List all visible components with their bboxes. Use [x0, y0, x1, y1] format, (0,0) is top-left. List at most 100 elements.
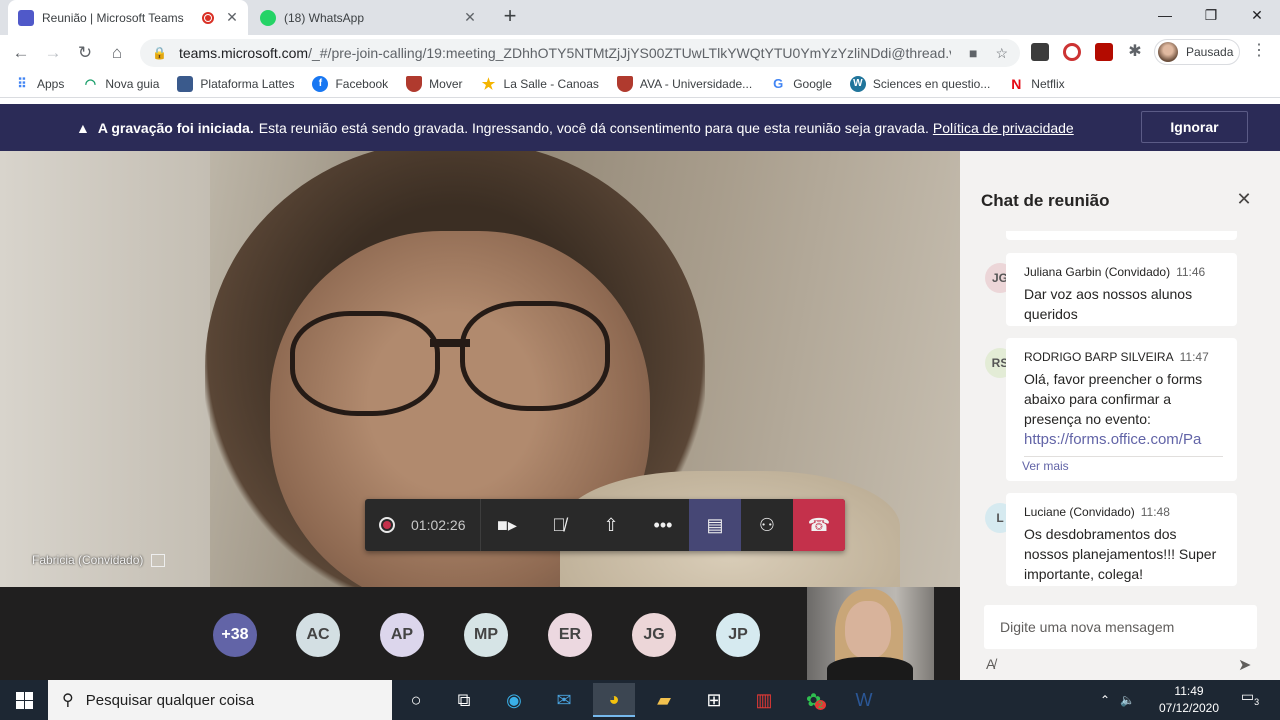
share-screen-icon: ⇧ [603, 514, 619, 535]
more-horizontal-icon: ••• [653, 514, 673, 535]
chat-button[interactable]: ▤ [689, 499, 741, 551]
shield-icon [406, 75, 423, 92]
bookmark-netflix[interactable]: N Netflix [1008, 75, 1065, 92]
whatsapp-icon [260, 9, 276, 26]
minimize-icon[interactable]: — [1142, 0, 1188, 30]
warning-icon: ▲ [76, 119, 90, 136]
close-icon[interactable]: ✕ [224, 9, 240, 26]
close-icon[interactable]: ✕ [1234, 189, 1254, 211]
send-icon[interactable]: ➤ [1238, 655, 1251, 675]
back-icon[interactable]: ← [8, 40, 34, 66]
camera-blocked-icon[interactable]: ■ [969, 45, 977, 61]
restore-icon[interactable]: ❐ [1188, 0, 1234, 30]
recording-banner: ▲ A gravação foi iniciada. Esta reunião … [0, 104, 1280, 151]
close-window-icon[interactable]: ✕ [1234, 0, 1280, 30]
notification-count: 3 [1254, 696, 1260, 707]
new-tab-button[interactable]: + [498, 4, 522, 28]
bookmark-star-icon[interactable]: ☆ [995, 45, 1008, 62]
message-author: RODRIGO BARP SILVEIRA [1024, 350, 1174, 364]
taskbar-clock[interactable]: 11:49 07/12/2020 [1150, 683, 1228, 717]
ignore-button[interactable]: Ignorar [1141, 111, 1248, 143]
participants-button[interactable]: ⚇ [741, 499, 793, 551]
recording-icon [379, 517, 395, 533]
reload-icon[interactable]: ↻ [72, 40, 98, 66]
app-icon[interactable]: ▥ [743, 683, 785, 717]
chrome-icon[interactable]: ◕ [593, 683, 635, 717]
bookmark-sciences[interactable]: W Sciences en questio... [849, 75, 990, 92]
banner-text: Esta reunião está sendo gravada. Ingress… [258, 119, 929, 136]
call-timer: 01:02:26 [411, 517, 466, 533]
profile-button[interactable]: Pausada [1154, 39, 1240, 65]
volume-icon[interactable]: 🔈 [1120, 693, 1135, 707]
close-icon[interactable]: ✕ [462, 9, 478, 26]
tab-teams[interactable]: Reunião | Microsoft Teams ✕ [8, 0, 248, 35]
chevron-up-icon[interactable]: ⌃ [1100, 693, 1110, 707]
participant-avatar[interactable]: JP [716, 613, 760, 657]
message-text: Olá, favor preencher o forms abaixo para… [1024, 371, 1203, 427]
apps-grid-icon: ⠿ [14, 75, 30, 92]
bookmark-lattes[interactable]: Plataforma Lattes [177, 75, 294, 92]
word-icon[interactable]: W [843, 683, 885, 717]
format-icon[interactable]: A̸ [986, 656, 995, 672]
message-author: Luciane (Convidado) [1024, 505, 1135, 519]
extension-icon[interactable] [1031, 43, 1049, 61]
mic-button[interactable]: 🎙̸ [533, 499, 585, 551]
address-bar[interactable]: 🔒 teams.microsoft.com/_#/pre-join-callin… [140, 39, 1020, 67]
windows-icon [15, 691, 33, 709]
clock-time: 11:49 [1174, 684, 1204, 698]
participant-avatar[interactable]: AC [296, 613, 340, 657]
acrobat-icon[interactable] [1095, 43, 1113, 61]
forward-icon[interactable]: → [40, 40, 66, 66]
clock-date: 07/12/2020 [1158, 701, 1220, 715]
participant-avatar[interactable]: ER [548, 613, 592, 657]
camera-button[interactable]: ■▸ [481, 499, 533, 551]
more-vert-icon[interactable]: ⋮ [1250, 40, 1268, 64]
notification-button[interactable]: ▭3 [1236, 688, 1264, 714]
edge-icon[interactable]: ◉ [493, 683, 535, 717]
message-time: 11:47 [1179, 350, 1209, 364]
star-icon: ★ [480, 75, 497, 93]
mail-icon[interactable]: ✉ [543, 683, 585, 717]
extension-icon[interactable] [1063, 43, 1081, 61]
address-url[interactable]: teams.microsoft.com/_#/pre-join-calling/… [179, 45, 951, 61]
start-button[interactable] [0, 680, 48, 720]
see-more-link[interactable]: Ver mais [1022, 459, 1069, 473]
store-icon[interactable]: ⊞ [693, 683, 735, 717]
puzzle-icon[interactable]: ✱ [1126, 43, 1144, 61]
bookmark-ava[interactable]: AVA - Universidade... [616, 75, 752, 92]
chat-icon: ▤ [706, 514, 724, 535]
participant-avatar[interactable]: AP [380, 613, 424, 657]
privacy-link[interactable]: Política de privacidade [933, 120, 1074, 136]
message-author: Juliana Garbin (Convidado) [1024, 265, 1171, 279]
participant-avatar[interactable]: +38 [213, 613, 257, 657]
facebook-icon: f [312, 75, 329, 92]
tab-whatsapp[interactable]: (18) WhatsApp ✕ [256, 0, 486, 35]
compose-input[interactable]: Digite uma nova mensagem [984, 605, 1257, 649]
participant-avatar[interactable]: JG [632, 613, 676, 657]
hang-up-button[interactable]: ☎ [793, 499, 845, 551]
more-actions-button[interactable]: ••• [637, 499, 689, 551]
share-button[interactable]: ⇧ [585, 499, 637, 551]
glasses-left [290, 311, 440, 416]
bookmark-la-salle[interactable]: ★ La Salle - Canoas [480, 75, 599, 93]
badge-count: 2 [815, 700, 827, 710]
nova-guia-icon: ◠ [82, 75, 99, 92]
notification-icon: ▭ [1240, 688, 1255, 704]
cortana-icon[interactable]: ○ [395, 683, 437, 717]
bookmark-mover[interactable]: Mover [406, 75, 463, 92]
taskbar-search[interactable]: ⚲ Pesquisar qualquer coisa [48, 680, 392, 720]
bookmark-nova-guia[interactable]: ◠ Nova guia [82, 75, 159, 92]
banner-bold: A gravação foi iniciada. [97, 119, 254, 136]
bookmark-facebook[interactable]: f Facebook [312, 75, 388, 92]
people-icon: ⚇ [758, 514, 776, 535]
google-icon: G [770, 75, 787, 92]
participant-avatar[interactable]: MP [464, 613, 508, 657]
recording-status: 01:02:26 [365, 499, 481, 551]
file-explorer-icon[interactable]: ▰ [643, 683, 685, 717]
app-icon[interactable]: ✿ 2 [795, 683, 837, 717]
bookmark-apps[interactable]: ⠿ Apps [14, 75, 64, 92]
bookmark-google[interactable]: G Google [770, 75, 832, 92]
message-link[interactable]: https://forms.office.com/Pa [1024, 431, 1201, 448]
home-icon[interactable]: ⌂ [104, 40, 130, 66]
task-view-icon[interactable]: ⧉ [443, 683, 485, 717]
